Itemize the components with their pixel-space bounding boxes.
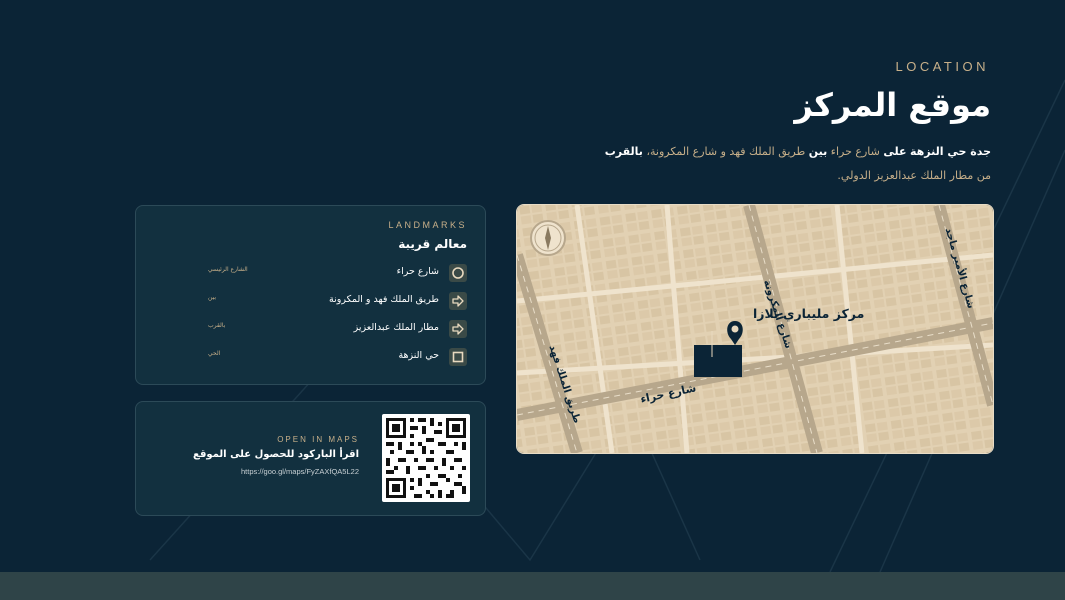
qr-code[interactable] [382, 414, 470, 502]
landmark-note: بالقرب [208, 322, 226, 329]
landmark-note: الشارع الرئيسي [208, 266, 248, 273]
section-eyebrow: LOCATION [895, 59, 989, 74]
map-canvas: مركز مليباري بلازا شارع حراء طريق الملك … [517, 205, 993, 453]
square-icon [449, 348, 467, 366]
location-map[interactable]: مركز مليباري بلازا شارع حراء طريق الملك … [516, 204, 994, 454]
maps-link[interactable]: https://goo.gl/maps/FyZAXfQA5L22 [241, 467, 359, 476]
qr-code-pattern [386, 418, 466, 498]
landmark-note: بين [208, 294, 217, 301]
landmarks-card: LANDMARKS معالم قريبة شارع حراء الشارع ا… [135, 205, 486, 385]
landmark-label: شارع حراء [396, 266, 439, 277]
landmark-item: شارع حراء الشارع الرئيسي [148, 264, 467, 284]
circle-icon [449, 264, 467, 282]
landmark-note: الحي [208, 350, 221, 357]
landmarks-title: معالم قريبة [398, 237, 467, 251]
footer-band [0, 572, 1065, 600]
compass-icon [530, 220, 566, 256]
qr-card: OPEN IN MAPS اقرأ الباركود للحصول على ال… [135, 401, 486, 516]
qr-title: اقرأ الباركود للحصول على الموقع [193, 449, 359, 460]
landmark-label: مطار الملك عبدالعزيز [353, 322, 439, 333]
landmark-label: حي النزهة [398, 350, 439, 361]
landmark-item: طريق الملك فهد و المكرونة بين [148, 292, 467, 312]
desc-between: بين [808, 145, 828, 158]
landmark-label: طريق الملك فهد و المكرونة [329, 294, 439, 305]
arrow-right-icon [449, 320, 467, 338]
desc-on: على [883, 145, 907, 158]
desc-roads: طريق الملك فهد و شارع المكرونة، [646, 145, 806, 158]
location-description: جدة حي النزهة على شارع حراء بين طريق الم… [471, 140, 991, 188]
landmarks-eyebrow: LANDMARKS [388, 220, 467, 230]
desc-district: جدة حي النزهة [909, 145, 991, 158]
landmark-item: مطار الملك عبدالعزيز بالقرب [148, 320, 467, 340]
desc-airport: من مطار الملك عبدالعزيز الدولي. [837, 169, 991, 182]
desc-near: بالقرب [604, 145, 643, 158]
arrow-right-icon [449, 292, 467, 310]
project-plot [694, 345, 742, 377]
desc-street: شارع حراء [830, 145, 880, 158]
landmark-item: حي النزهة الحي [148, 348, 467, 368]
page-title: موقع المركز [794, 86, 991, 124]
qr-eyebrow: OPEN IN MAPS [277, 435, 359, 444]
